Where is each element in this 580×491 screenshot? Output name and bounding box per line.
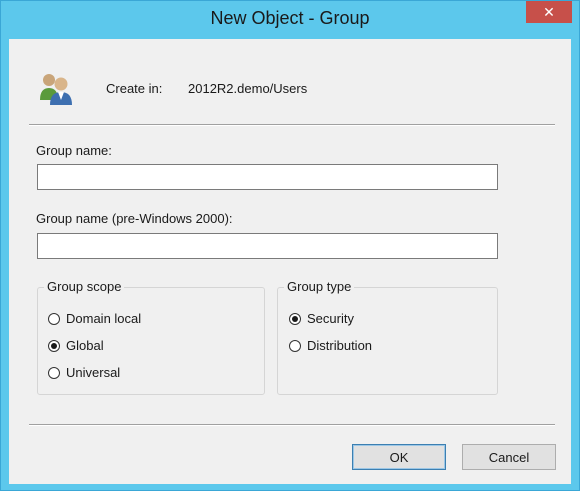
dialog-window: New Object - Group ✕ Create in: 2012R2.d… xyxy=(0,0,580,491)
radio-label-domain-local: Domain local xyxy=(66,311,142,326)
create-in-value: 2012R2.demo/Users xyxy=(188,81,308,96)
create-in-label: Create in: xyxy=(106,81,163,96)
close-icon: ✕ xyxy=(543,3,555,20)
group-name-label: Group name: xyxy=(36,143,112,158)
radio-selected-dot xyxy=(51,342,57,349)
radio-security[interactable]: Security xyxy=(289,311,354,326)
radio-label-universal: Universal xyxy=(66,365,121,380)
radio-universal[interactable]: Universal xyxy=(48,365,120,380)
pre2000-input[interactable] xyxy=(37,233,498,259)
radio-label-security: Security xyxy=(307,311,354,326)
radio-button-global[interactable] xyxy=(48,339,60,352)
radio-label-distribution: Distribution xyxy=(307,338,373,353)
group-type-box: Group type Security Distribution xyxy=(277,279,498,395)
group-name-input[interactable] xyxy=(37,164,498,190)
radio-button-universal[interactable] xyxy=(48,366,60,379)
ok-button[interactable]: OK xyxy=(352,444,446,470)
separator-bottom xyxy=(29,424,555,426)
dialog-body: Create in: 2012R2.demo/Users Group name:… xyxy=(9,39,571,484)
radio-distribution[interactable]: Distribution xyxy=(289,338,372,353)
pre2000-label: Group name (pre-Windows 2000): xyxy=(36,211,233,226)
radio-button-domain-local[interactable] xyxy=(48,312,60,325)
group-scope-box: Group scope Domain local Global Universa… xyxy=(37,279,265,395)
group-scope-legend: Group scope xyxy=(44,279,125,294)
radio-button-distribution[interactable] xyxy=(289,339,301,352)
title-bar[interactable]: New Object - Group ✕ xyxy=(1,1,579,39)
group-type-legend: Group type xyxy=(284,279,355,294)
radio-button-security[interactable] xyxy=(289,312,301,325)
users-group-icon xyxy=(37,70,75,108)
window-title: New Object - Group xyxy=(210,8,370,28)
cancel-button[interactable]: Cancel xyxy=(462,444,556,470)
radio-selected-dot xyxy=(292,315,298,322)
close-button[interactable]: ✕ xyxy=(526,1,572,23)
separator-top xyxy=(29,124,555,126)
radio-global[interactable]: Global xyxy=(48,338,104,353)
radio-domain-local[interactable]: Domain local xyxy=(48,311,141,326)
radio-label-global: Global xyxy=(66,338,104,353)
